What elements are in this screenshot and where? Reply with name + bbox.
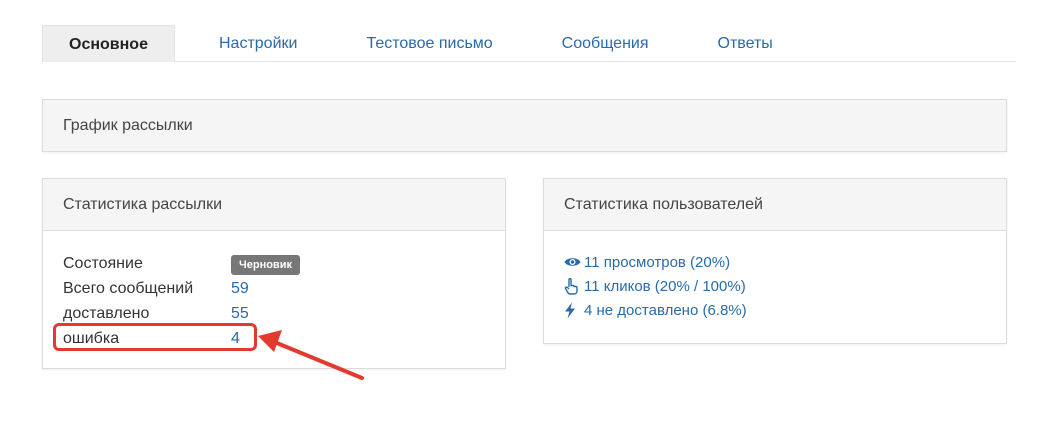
schedule-panel: График рассылки [42,99,1007,152]
tab-test-email[interactable]: Тестовое письмо [366,25,492,62]
status-badge: Черновик [231,255,300,275]
undelivered-text: 4 не доставлено (6.8%) [584,301,747,319]
tab-main[interactable]: Основное [42,25,175,62]
total-messages-label: Всего сообщений [63,280,194,297]
tab-settings[interactable]: Настройки [219,25,297,62]
tab-bar: Основное Настройки Тестовое письмо Сообщ… [42,25,1016,62]
views-link[interactable]: 11 просмотров (20%) [564,250,986,274]
total-messages-value[interactable]: 59 [231,276,249,301]
user-stats-title: Статистика пользователей [544,179,1006,231]
error-row-highlight [53,323,257,351]
total-messages-row: Всего сообщений 59 [63,276,485,301]
views-text: 11 просмотров (20%) [584,253,731,271]
mailing-stats-title: Статистика рассылки [43,179,505,231]
pointer-hand-icon [564,277,584,295]
clicks-text: 11 кликов (20% / 100%) [584,277,746,295]
tab-replies[interactable]: Ответы [718,25,773,62]
clicks-link[interactable]: 11 кликов (20% / 100%) [564,274,986,298]
status-label: Состояние [63,255,143,272]
eye-icon [564,256,584,268]
schedule-panel-title[interactable]: График рассылки [43,100,1006,151]
annotation-arrow-icon [258,330,364,380]
undelivered-link[interactable]: 4 не доставлено (6.8%) [564,298,986,322]
lightning-icon [564,302,584,319]
user-stats-panel: Статистика пользователей 11 просмотров (… [543,178,1007,344]
tab-messages[interactable]: Сообщения [562,25,649,62]
status-row: Состояние Черновик [63,251,485,276]
